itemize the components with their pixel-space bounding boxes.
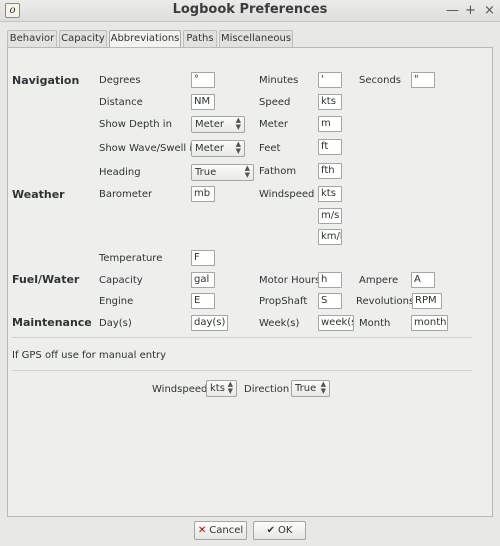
ok-button[interactable]: ✔ OK xyxy=(253,521,306,540)
gps-note: If GPS off use for manual entry xyxy=(12,350,167,361)
weeks-label: Week(s) xyxy=(259,318,300,329)
cancel-button[interactable]: ✕ Cancel xyxy=(194,521,247,540)
minutes-field[interactable]: ' xyxy=(318,72,342,88)
section-navigation: Navigation xyxy=(12,74,80,87)
maximize-icon[interactable]: + xyxy=(465,3,476,18)
temperature-field[interactable]: F xyxy=(191,250,215,266)
propshaft-field[interactable]: S xyxy=(318,293,342,309)
weeks-field[interactable]: week(s) xyxy=(318,315,354,331)
heading-combo[interactable]: True ▲ ▼ xyxy=(191,164,254,181)
degrees-label: Degrees xyxy=(99,75,141,86)
motor-hours-label: Motor Hours xyxy=(259,275,321,286)
speed-field[interactable]: kts xyxy=(318,94,342,110)
section-weather: Weather xyxy=(12,188,65,201)
meter-label: Meter xyxy=(259,119,288,130)
feet-label: Feet xyxy=(259,143,281,154)
days-field[interactable]: day(s) xyxy=(191,315,228,331)
separator xyxy=(12,370,472,371)
window-title: Logbook Preferences xyxy=(172,2,328,17)
section-fuel-water: Fuel/Water xyxy=(12,273,80,286)
wave-unit-value: Meter xyxy=(195,143,224,154)
windspeed-field-2[interactable]: m/s xyxy=(318,208,342,224)
gps-direction-combo[interactable]: True ▲ ▼ xyxy=(291,380,330,397)
minimize-icon[interactable]: — xyxy=(446,3,459,18)
tab-behavior[interactable]: Behavior xyxy=(7,30,57,48)
distance-label: Distance xyxy=(99,97,143,108)
windspeed-label: Windspeed xyxy=(259,189,315,200)
gps-windspeed-label: Windspeed xyxy=(152,384,208,395)
capacity-label: Capacity xyxy=(99,275,143,286)
chevron-updown-icon: ▲ ▼ xyxy=(235,116,241,131)
checkmark-icon: ✔ xyxy=(266,525,275,536)
month-label: Month xyxy=(359,318,391,329)
gps-direction-value: True xyxy=(295,383,317,394)
heading-value: True xyxy=(195,167,217,178)
engine-field[interactable]: E xyxy=(191,293,215,309)
feet-field[interactable]: ft xyxy=(318,139,342,155)
revolutions-label: Revolutions xyxy=(356,296,415,307)
title-bar: o Logbook Preferences — + × xyxy=(0,0,500,22)
chevron-updown-icon: ▲ ▼ xyxy=(244,164,250,179)
tab-bar: Behavior Capacity Abbreviations Paths Mi… xyxy=(7,30,493,49)
depth-unit-combo[interactable]: Meter ▲ ▼ xyxy=(191,116,245,133)
seconds-label: Seconds xyxy=(359,75,402,86)
gps-windspeed-value: kts xyxy=(210,383,225,394)
chevron-updown-icon: ▲ ▼ xyxy=(320,380,326,395)
distance-field[interactable]: NM xyxy=(191,94,215,110)
seconds-field[interactable]: " xyxy=(411,72,435,88)
ok-label: OK xyxy=(277,525,293,536)
capacity-field[interactable]: gal xyxy=(191,272,215,288)
section-maintenance: Maintenance xyxy=(12,316,92,329)
engine-label: Engine xyxy=(99,296,134,307)
separator xyxy=(12,337,472,338)
close-icon[interactable]: × xyxy=(484,3,495,18)
barometer-field[interactable]: mb xyxy=(191,186,215,202)
cancel-icon: ✕ xyxy=(197,525,207,536)
depth-unit-value: Meter xyxy=(195,119,224,130)
windspeed-field-1[interactable]: kts xyxy=(318,186,342,202)
gps-direction-label: Direction xyxy=(244,384,290,395)
motor-hours-field[interactable]: h xyxy=(318,272,342,288)
temperature-label: Temperature xyxy=(99,253,163,264)
barometer-label: Barometer xyxy=(99,189,153,200)
tab-capacity[interactable]: Capacity xyxy=(59,30,107,48)
ampere-field[interactable]: A xyxy=(411,272,435,288)
days-label: Day(s) xyxy=(99,318,132,329)
wave-unit-combo[interactable]: Meter ▲ ▼ xyxy=(191,140,245,157)
meter-field[interactable]: m xyxy=(318,116,342,132)
cancel-label: Cancel xyxy=(209,525,244,536)
propshaft-label: PropShaft xyxy=(259,296,308,307)
ampere-label: Ampere xyxy=(359,275,399,286)
chevron-updown-icon: ▲ ▼ xyxy=(227,380,233,395)
heading-label: Heading xyxy=(99,167,141,178)
windspeed-field-3[interactable]: km/h xyxy=(318,229,342,245)
minutes-label: Minutes xyxy=(259,75,299,86)
degrees-field[interactable]: ° xyxy=(191,72,215,88)
revolutions-field[interactable]: RPM xyxy=(412,293,442,309)
show-wave-swell-in-label: Show Wave/Swell in xyxy=(99,143,199,154)
chevron-updown-icon: ▲ ▼ xyxy=(235,140,241,155)
month-field[interactable]: month xyxy=(411,315,448,331)
tab-miscellaneous[interactable]: Miscellaneous xyxy=(219,30,293,48)
fathom-field[interactable]: fth xyxy=(318,163,342,179)
tab-paths[interactable]: Paths xyxy=(183,30,217,48)
gps-windspeed-combo[interactable]: kts ▲ ▼ xyxy=(206,380,237,397)
fathom-label: Fathom xyxy=(259,166,297,177)
show-depth-in-label: Show Depth in xyxy=(99,119,172,130)
speed-label: Speed xyxy=(259,97,291,108)
